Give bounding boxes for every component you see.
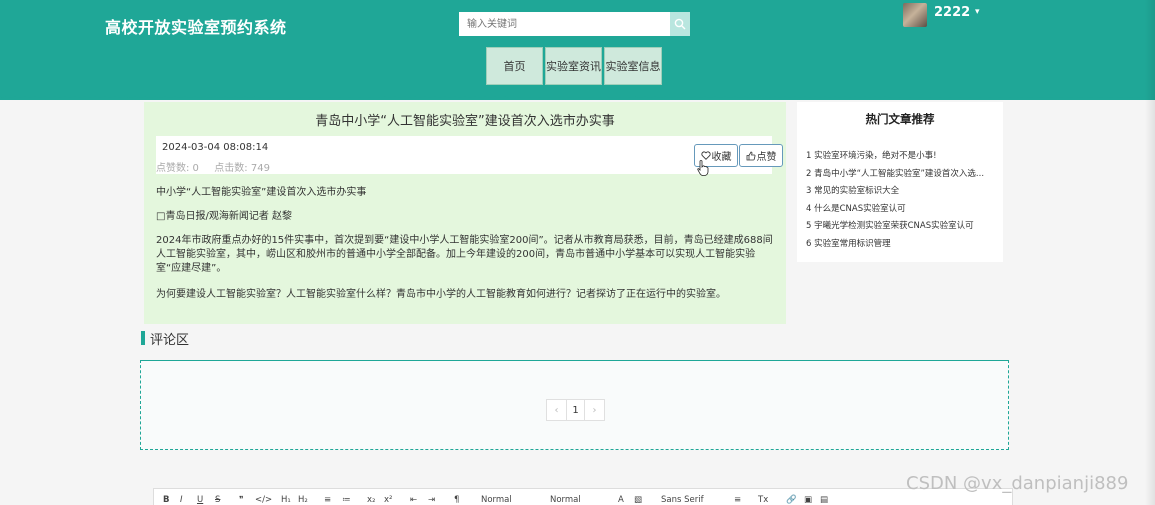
avatar[interactable] [903,3,927,27]
italic-button[interactable]: I [180,495,183,505]
hot-articles-title: 热门文章推荐 [865,112,935,126]
article-stats: 点赞数: 0 点击数: 749 [156,159,270,174]
chevron-down-icon[interactable]: ▾ [975,7,980,17]
header1-button[interactable]: H₁ [281,495,291,505]
article-title: 青岛中小学“人工智能实验室”建设首次入选市办实事 [315,114,615,129]
article-panel: 青岛中小学“人工智能实验室”建设首次入选市办实事 2024-03-04 08:0… [144,102,786,324]
like-button[interactable]: 点赞 [739,144,783,167]
search-button[interactable] [670,12,690,36]
pagination-prev[interactable]: ‹ [547,400,566,420]
strike-button[interactable]: S [215,495,220,505]
font-select[interactable]: Sans Serif [661,495,704,505]
code-block-button[interactable]: </> [255,495,272,505]
pagination: ‹ 1 › [546,399,605,421]
header-wave-divider [0,94,1155,98]
hot-article-item[interactable]: 3 常见的实验室标识大全 [806,183,998,201]
comment-section-marker [141,331,145,345]
comment-section-title: 评论区 [150,333,190,348]
nav-home[interactable]: 首页 [486,47,543,85]
underline-button[interactable]: U [197,495,203,505]
header2-button[interactable]: H₂ [298,495,308,505]
article-date: 2024-03-04 08:08:14 [162,142,269,153]
pagination-next[interactable]: › [585,400,604,420]
editor-toolbar: B I U S ❞ </> H₁ H₂ ≡ ≔ x₂ x² ⇤ ⇥ ¶ Norm… [153,488,1013,505]
article-meta: 2024-03-04 08:08:14 点赞数: 0 点击数: 749 收藏 点… [156,136,783,174]
nav-lab-news[interactable]: 实验室资讯 [545,47,602,85]
blockquote-button[interactable]: ❞ [239,495,244,505]
article-paragraph: 中小学“人工智能实验室”建设首次入选市办实事 [156,187,367,198]
likes-count: 点赞数: 0 [156,163,199,174]
pagination-page[interactable]: 1 [566,400,585,420]
site-title[interactable]: 高校开放实验室预约系统 [105,14,287,38]
clean-format-button[interactable]: Tx [758,495,768,505]
heart-icon [700,151,711,160]
font-color-button[interactable]: A [618,495,624,505]
text-direction-button[interactable]: ¶ [454,495,459,505]
background-color-button[interactable]: ▧ [634,495,642,505]
nav-lab-info[interactable]: 实验室信息 [604,47,662,85]
favorite-label: 收藏 [711,152,732,163]
video-button[interactable]: ▤ [820,495,828,505]
thumbs-up-icon [746,151,755,160]
header-select[interactable]: Normal [550,495,581,505]
page-right-shadow [1145,0,1155,505]
hot-article-item[interactable]: 2 青岛中小学“人工智能实验室”建设首次入选... [806,166,998,184]
article-paragraph: 2024年市政府重点办好的15件实事中，首次提到要“建设中小学人工智能实验室20… [156,235,773,274]
bold-button[interactable]: B [163,495,169,505]
indent-button[interactable]: ⇥ [428,495,435,505]
bullet-list-button[interactable]: ≔ [342,495,351,505]
clicks-count: 点击数: 749 [214,163,270,174]
link-button[interactable]: 🔗 [786,495,797,505]
search-input[interactable] [459,12,670,36]
hot-article-item[interactable]: 1 实验室环境污染，绝对不是小事! [806,148,998,166]
hot-articles-list: 1 实验室环境污染，绝对不是小事! 2 青岛中小学“人工智能实验室”建设首次入选… [806,148,998,254]
hot-article-item[interactable]: 6 实验室常用标识管理 [806,236,998,254]
watermark: CSDN @vx_danpianji889 [906,473,1129,494]
search-icon [674,18,686,30]
like-label: 点赞 [756,152,777,163]
superscript-button[interactable]: x² [384,495,392,505]
article-paragraph: 为何要建设人工智能实验室？人工智能实验室什么样？青岛市中小学的人工智能教育如何进… [156,289,726,300]
align-button[interactable]: ≡ [734,495,741,505]
outdent-button[interactable]: ⇤ [410,495,417,505]
username[interactable]: 2222 [934,5,970,20]
article-paragraph: □青岛日报/观海新闻记者 赵黎 [156,211,292,222]
hot-articles-panel: 热门文章推荐 1 实验室环境污染，绝对不是小事! 2 青岛中小学“人工智能实验室… [797,102,1003,262]
hand-cursor-icon [697,160,709,176]
hot-article-item[interactable]: 4 什么是CNAS实验室认可 [806,201,998,219]
image-button[interactable]: ▣ [804,495,812,505]
hot-article-item[interactable]: 5 宇曦光学检测实验室荣获CNAS实验室认可 [806,218,998,236]
subscript-button[interactable]: x₂ [367,495,375,505]
size-select[interactable]: Normal [481,495,512,505]
ordered-list-button[interactable]: ≡ [324,495,331,505]
